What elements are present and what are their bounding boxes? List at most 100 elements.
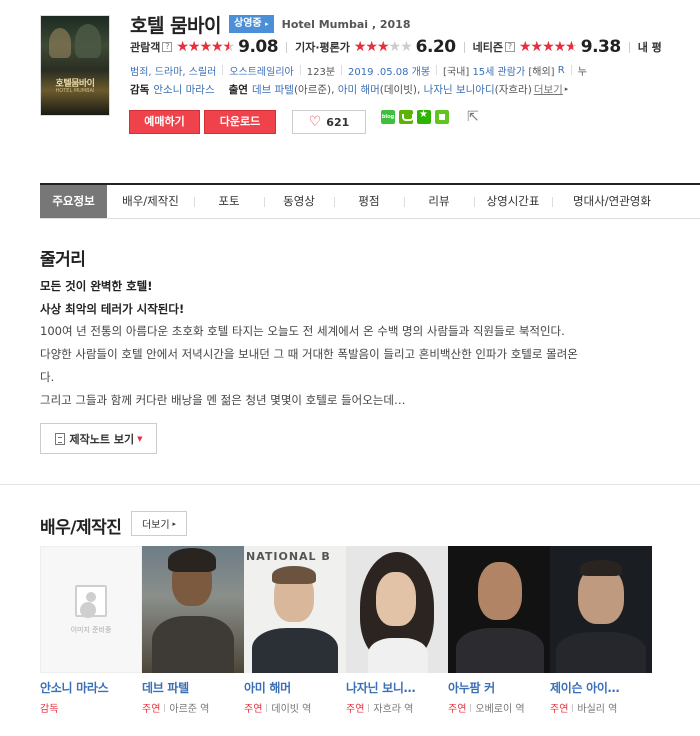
like-count: 621 [326,115,350,129]
poster-subtitle: HOTEL MUMBAI [55,88,95,94]
actor-photo[interactable] [550,546,652,673]
release-date: 2019 .05.08 개봉 [348,66,431,78]
director-label: 감독 [130,83,150,96]
cast-name[interactable]: 아미 해머 [244,679,346,696]
tab-quotes-related[interactable]: 명대사/연관영화 [552,185,672,218]
grade-domestic-link[interactable]: 15세 관람가 [472,63,525,78]
original-title: Hotel Mumbai , 2018 [281,17,411,31]
grade-domestic-label: [국내] [443,66,470,78]
cast-heading: 배우/제작진 [40,518,122,538]
reserve-button[interactable]: 예매하기 [129,110,200,134]
tab-showtimes[interactable]: 상영시간표 [474,185,552,218]
synopsis-heading: 줄거리 [40,250,86,270]
country-link[interactable]: 오스트레일리아 [229,63,293,78]
cast-link[interactable]: 나자닌 보니아디 [424,82,495,97]
cast-card[interactable]: NATIONAL B 아미 해머 주연 데이빗 역 [244,546,346,715]
chevron-right-icon: ▸ [564,85,569,93]
movie-info-row: 범죄, 드라마, 스릴러 오스트레일리아 123분 2019 .05.08 개봉… [130,62,587,78]
rating-score: 9.38 [580,37,621,57]
director-link[interactable]: 안소니 마라스 [153,82,214,97]
tab-photos[interactable]: 포토 [194,185,264,218]
tab-reviews[interactable]: 리뷰 [404,185,474,218]
cast-role: (데이빗), [379,83,421,96]
poster-figure [49,28,71,58]
production-note-button[interactable]: 제작노트 보기 ▼ [40,423,157,454]
section-divider [0,484,700,485]
star-rating: ★★★★★★★★★★ [176,39,235,55]
divider [436,65,438,75]
actor-photo[interactable] [448,546,550,673]
band-icon[interactable] [399,110,414,124]
production-note-label: 제작노트 보기 [69,432,135,446]
role-type: 감독 [40,704,59,715]
role-name: 바실리 역 [577,704,618,715]
role-type: 주연 [142,704,161,715]
role-name: 자흐라 역 [373,704,414,715]
blog-icon[interactable]: blog [381,110,395,124]
help-icon[interactable]: ? [162,42,173,52]
cast-card[interactable]: 제이슨 아이… 주연 바실리 역 [550,546,652,715]
cast-role: 주연 데이빗 역 [244,700,346,715]
divider [286,41,288,53]
cast-name[interactable]: 제이슨 아이… [550,679,652,696]
chevron-right-icon: ▸ [265,20,269,28]
cast-role: 주연 자흐라 역 [346,700,448,715]
cast-link[interactable]: 아미 해머 [338,82,380,97]
synopsis-text: 그리고 그들과 함께 커다란 배낭을 멘 젊은 청년 몇몇이 호텔로 들어오는데… [40,393,406,407]
cast-more-button[interactable]: 더보기 ▸ [131,511,187,536]
divider [463,41,465,53]
document-icon [54,432,65,445]
movie-poster[interactable]: 호텔뭄바이 HOTEL MUMBAI [40,15,110,116]
like-button[interactable]: ♡ 621 [292,110,366,134]
rating-score: 6.20 [415,37,456,57]
cast-role: 주연 바실리 역 [550,700,652,715]
runtime: 123분 [306,66,336,78]
cast-link[interactable]: 데브 파텔 [252,82,294,97]
actor-photo[interactable]: NATIONAL B [244,546,346,673]
tab-bar: 주요정보 배우/제작진 포토 동영상 평점 리뷰 상영시간표 명대사/연관영화 [40,183,700,219]
cast-card[interactable]: 아누팜 커 주연 오베로이 역 [448,546,550,715]
cast-card[interactable]: 데브 파텔 주연 아르준 역 [142,546,244,715]
cast-name[interactable]: 안소니 마라스 [40,679,142,696]
synopsis-tagline: 모든 것이 완벽한 호텔! [40,279,153,293]
cast-name[interactable]: 데브 파텔 [142,679,244,696]
rating-label: 네티즌 [472,41,503,54]
tab-cast-crew[interactable]: 배우/제작진 [107,185,194,218]
star-rating: ★★★★★★★★★★ [353,39,413,55]
synopsis-text: 다양한 사람들이 호텔 안에서 저녁시간을 보내던 그 때 거대한 폭발음이 들… [40,347,578,361]
role-type: 주연 [550,704,569,715]
actor-photo[interactable] [142,546,244,673]
cast-role: 주연 오베로이 역 [448,700,550,715]
cast-role: (아르준), [293,83,335,96]
cast-card[interactable]: 나자닌 보니… 주연 자흐라 역 [346,546,448,715]
grade-overseas-link[interactable]: R [558,65,565,76]
divider [299,65,301,75]
cast-name[interactable]: 아누팜 커 [448,679,550,696]
credits-more-link[interactable]: 더보기 [534,82,563,97]
divider [628,41,630,53]
download-button[interactable]: 다운로드 [204,110,276,134]
rating-label: 관람객 [130,41,161,54]
actor-photo[interactable] [346,546,448,673]
cast-name[interactable]: 나자닌 보니… [346,679,448,696]
tab-videos[interactable]: 동영상 [264,185,334,218]
status-badge[interactable]: 상영중 ▸ [229,15,274,33]
heart-icon: ♡ [308,114,322,130]
synopsis-text: 100여 년 전통의 아름다운 초호화 호텔 타지는 오늘도 전 세계에서 온 … [40,324,565,338]
genre-link[interactable]: 범죄, 드라마, 스릴러 [130,63,216,78]
no-image-text: 이미지 준비중 [70,626,112,634]
chevron-down-icon: ▼ [137,434,143,443]
tab-main-info[interactable]: 주요정보 [40,185,107,218]
bookmark-star-icon[interactable] [417,109,431,124]
cumulative-audience: 누 [577,66,587,78]
cast-card[interactable]: 이미지 준비중 안소니 마라스 감독 [40,546,142,715]
photo-backdrop-text: NATIONAL B [246,550,331,563]
help-icon[interactable]: ? [504,42,515,52]
my-rating-label[interactable]: 내 평 [638,39,662,55]
rating-audience: 관람객 ? ★★★★★ ★★★★★ 9.08 [130,37,279,57]
line-icon[interactable] [435,110,449,124]
share-export-icon[interactable]: ⇱ [467,110,481,124]
divider [341,65,343,75]
cast-more-label: 더보기 [141,520,170,531]
tab-ratings[interactable]: 평점 [334,185,404,218]
